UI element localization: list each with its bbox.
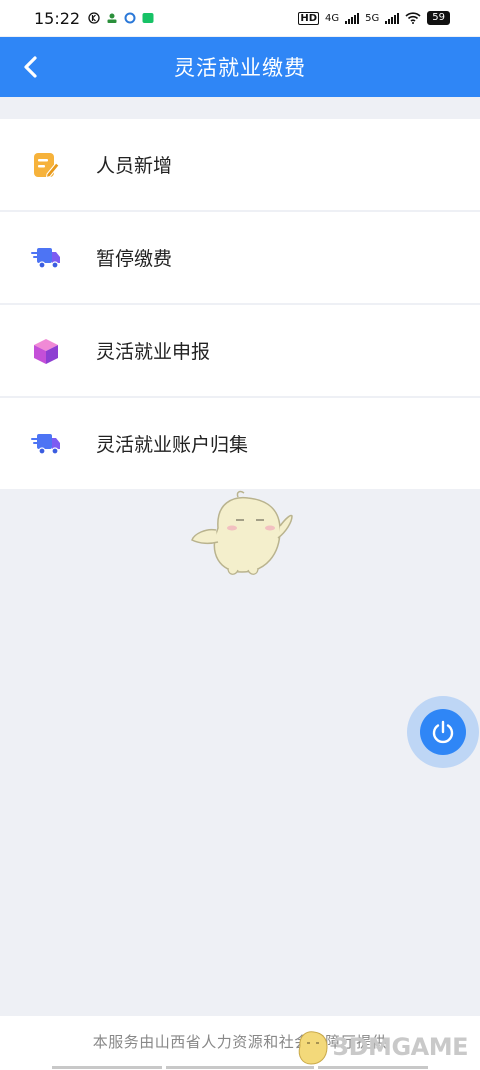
power-icon — [432, 720, 454, 744]
watermark: 3DMGAME — [290, 1028, 468, 1066]
nav-bar-segment — [52, 1066, 162, 1069]
menu-list: 人员新增 暂停缴费 灵活就业申报 灵活就业账户归集 — [0, 119, 480, 489]
menu-item-label: 暂停缴费 — [96, 248, 173, 270]
k-app-icon — [88, 12, 100, 24]
edit-note-icon — [30, 149, 62, 181]
chevron-left-icon — [24, 56, 37, 78]
mascot-illustration — [191, 490, 293, 575]
nav-bar-segment — [318, 1066, 428, 1069]
page-title: 灵活就业缴费 — [174, 56, 306, 80]
delivery-truck-icon — [30, 242, 62, 274]
notification-icons — [88, 12, 154, 24]
status-time: 15:22 — [34, 8, 81, 28]
signal-bars-icon — [385, 12, 400, 24]
floating-power-button[interactable] — [407, 696, 479, 768]
menu-item-label: 灵活就业申报 — [96, 341, 211, 363]
back-button[interactable] — [16, 52, 46, 82]
watermark-text: 3DMGAME — [332, 1033, 468, 1061]
network-5g-label: 5G — [365, 12, 380, 24]
menu-item-add-person[interactable]: 人员新增 — [0, 119, 480, 212]
network-4g-label: 4G — [325, 12, 340, 24]
menu-item-label: 灵活就业账户归集 — [96, 434, 249, 456]
signal-bars-icon — [345, 12, 360, 24]
menu-item-suspend-payment[interactable]: 暂停缴费 — [0, 212, 480, 305]
menu-item-flexible-employment-declare[interactable]: 灵活就业申报 — [0, 305, 480, 398]
floating-button-core — [420, 709, 466, 755]
person-app-icon — [107, 13, 117, 23]
hd-label: HD — [298, 11, 320, 25]
status-bar: 15:22 HD 4G 5G 59 — [0, 0, 480, 36]
box-icon — [30, 335, 62, 367]
app-header: 灵活就业缴费 — [0, 37, 480, 97]
iqiyi-app-icon — [142, 13, 154, 23]
nav-bar-segment — [166, 1066, 314, 1069]
wifi-icon — [405, 12, 421, 24]
status-right: HD 4G 5G 59 — [298, 11, 450, 25]
menu-item-account-collection[interactable]: 灵活就业账户归集 — [0, 398, 480, 489]
delivery-truck-icon — [30, 428, 62, 460]
watermark-mascot-icon — [299, 1031, 328, 1065]
circle-app-icon — [124, 12, 136, 24]
battery-icon: 59 — [427, 11, 450, 25]
menu-item-label: 人员新增 — [96, 155, 173, 177]
